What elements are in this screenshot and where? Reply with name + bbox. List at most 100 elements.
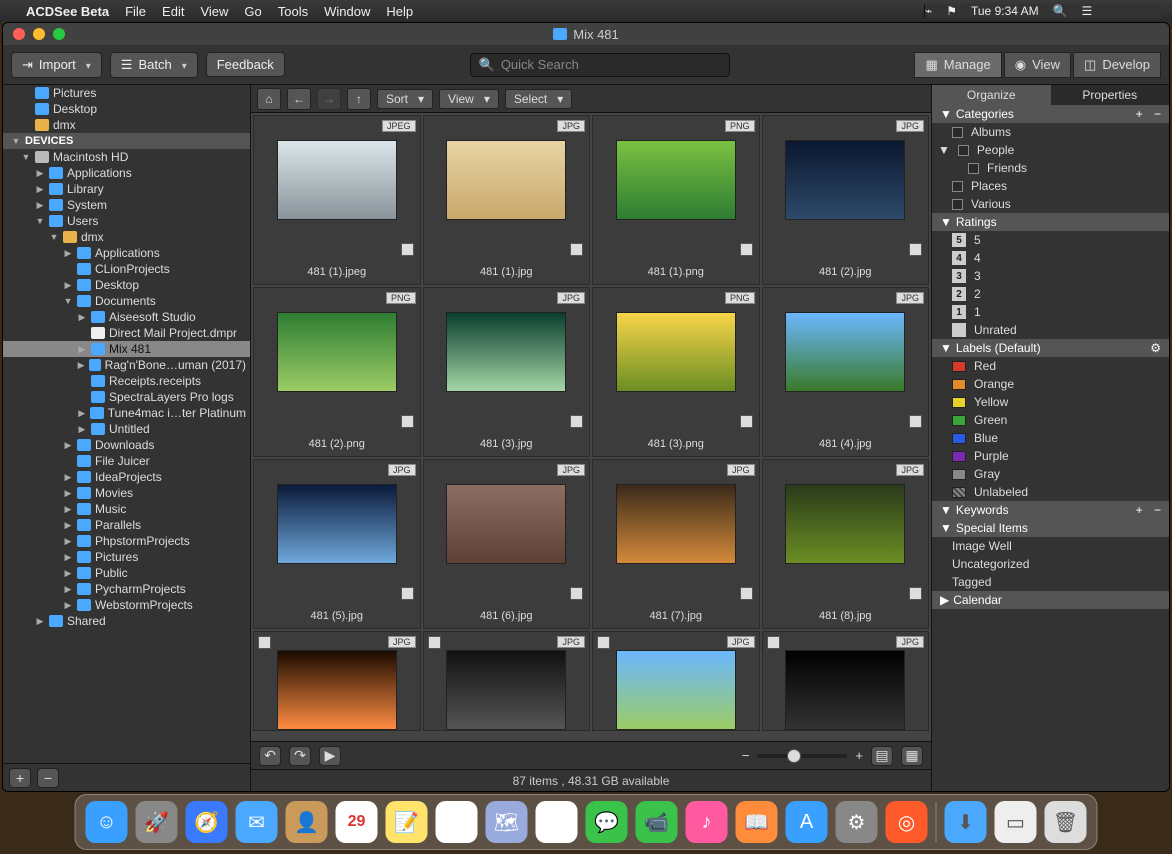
disclosure-icon[interactable]: ▶ — [35, 168, 45, 179]
menu-view[interactable]: View — [200, 4, 228, 19]
app-name[interactable]: ACDSee Beta — [26, 4, 109, 19]
dock-appstore[interactable]: A — [786, 801, 828, 843]
disclosure-icon[interactable]: ▶ — [63, 536, 73, 547]
dock-maps[interactable]: 🗺 — [486, 801, 528, 843]
folder-tree[interactable]: PicturesDesktopdmx▼DEVICES▼Macintosh HD▶… — [3, 85, 250, 763]
add-icon[interactable]: + — [1136, 503, 1143, 517]
select-checkbox[interactable] — [570, 587, 583, 600]
disclosure-icon[interactable]: ▶ — [63, 568, 73, 579]
tree-row[interactable]: dmx — [3, 117, 250, 133]
disclosure-icon[interactable]: ▶ — [63, 440, 73, 451]
select-checkbox[interactable] — [909, 243, 922, 256]
panel-row[interactable]: Gray — [932, 465, 1169, 483]
menubar-extra-icon[interactable]: ⌁ — [925, 4, 932, 18]
dock-messages[interactable]: 💬 — [586, 801, 628, 843]
disclosure-icon[interactable]: ▶ — [77, 408, 86, 419]
notifications-icon[interactable]: ☰ — [1082, 4, 1093, 18]
tree-row[interactable]: ▶Shared — [3, 613, 250, 629]
zoom-slider[interactable] — [757, 754, 847, 758]
dock-finder[interactable]: ☺ — [86, 801, 128, 843]
disclosure-icon[interactable]: ▶ — [63, 584, 73, 595]
dock-doc[interactable]: ▭ — [995, 801, 1037, 843]
disclosure-icon[interactable]: ▶ — [63, 520, 73, 531]
thumbnail-cell[interactable]: JPEG 481 (1).jpeg — [253, 115, 421, 285]
mode-manage[interactable]: ▦Manage — [914, 52, 1001, 78]
panel-row[interactable]: 44 — [932, 249, 1169, 267]
menu-file[interactable]: File — [125, 4, 146, 19]
mode-develop[interactable]: ◫Develop — [1073, 52, 1161, 78]
thumbnail-cell[interactable]: JPG — [423, 631, 591, 731]
tree-row[interactable]: ▶Aiseesoft Studio — [3, 309, 250, 325]
tree-row[interactable]: ▶Tune4mac i…ter Platinum — [3, 405, 250, 421]
spotlight-icon[interactable]: 🔍 — [1053, 4, 1068, 18]
tree-row[interactable]: ▶Untitled — [3, 421, 250, 437]
select-checkbox[interactable] — [740, 415, 753, 428]
gear-icon[interactable]: ⚙ — [1150, 341, 1161, 355]
view-dropdown[interactable]: View▾ — [439, 89, 499, 109]
disclosure-icon[interactable]: ▼ — [63, 296, 73, 306]
tree-row[interactable]: SpectraLayers Pro logs — [3, 389, 250, 405]
mode-view[interactable]: ◉View — [1004, 52, 1071, 78]
thumbnail-cell[interactable]: JPG 481 (6).jpg — [423, 459, 591, 629]
disclosure-icon[interactable]: ▶ — [63, 504, 73, 515]
select-checkbox[interactable] — [740, 243, 753, 256]
tree-row[interactable]: ▶Rag'n'Bone…uman (2017) — [3, 357, 250, 373]
thumbnail-cell[interactable]: JPG — [762, 631, 930, 731]
select-checkbox[interactable] — [767, 636, 780, 649]
select-checkbox[interactable] — [740, 587, 753, 600]
thumbnail-cell[interactable]: JPG 481 (8).jpg — [762, 459, 930, 629]
zoom-out-icon[interactable]: − — [742, 748, 750, 763]
disclosure-icon[interactable]: ▼ — [49, 232, 59, 242]
tree-row[interactable]: ▼dmx — [3, 229, 250, 245]
tree-row[interactable]: ▶WebstormProjects — [3, 597, 250, 613]
dock-launchpad[interactable]: 🚀 — [136, 801, 178, 843]
select-checkbox[interactable] — [597, 636, 610, 649]
dock-downloads[interactable]: ⬇ — [945, 801, 987, 843]
quick-search[interactable]: 🔍 Quick Search — [470, 53, 730, 77]
rotate-left-button[interactable]: ↶ — [259, 746, 281, 766]
panel-row[interactable]: Green — [932, 411, 1169, 429]
thumbnail-cell[interactable]: JPG 481 (3).jpg — [423, 287, 591, 457]
tree-row[interactable]: ▶Mix 481 — [3, 341, 250, 357]
panel-row[interactable]: Albums — [932, 123, 1169, 141]
select-checkbox[interactable] — [909, 587, 922, 600]
panel-row[interactable]: Yellow — [932, 393, 1169, 411]
menubar-extra-icon-2[interactable]: ⚑ — [946, 4, 957, 18]
view-filmstrip-button[interactable]: ▤ — [871, 746, 893, 766]
panel-row[interactable]: Uncategorized — [932, 555, 1169, 573]
tree-row[interactable]: Direct Mail Project.dmpr — [3, 325, 250, 341]
panel-row[interactable]: ▼People — [932, 141, 1169, 159]
tree-row[interactable]: ▶Parallels — [3, 517, 250, 533]
select-checkbox[interactable] — [401, 415, 414, 428]
remove-icon[interactable]: − — [1154, 503, 1161, 517]
tree-row[interactable]: ▶IdeaProjects — [3, 469, 250, 485]
panel-row[interactable]: 22 — [932, 285, 1169, 303]
dock-mail[interactable]: ✉ — [236, 801, 278, 843]
tree-row[interactable]: Desktop — [3, 101, 250, 117]
tree-row[interactable]: File Juicer — [3, 453, 250, 469]
panel-row[interactable]: Image Well — [932, 537, 1169, 555]
add-button[interactable]: + — [9, 768, 31, 788]
tree-row[interactable]: ▶Desktop — [3, 277, 250, 293]
disclosure-icon[interactable]: ▶ — [77, 360, 85, 371]
dock-settings[interactable]: ⚙ — [836, 801, 878, 843]
thumbnail-grid[interactable]: JPEG 481 (1).jpegJPG 481 (1).jpgPNG 481 … — [251, 113, 931, 741]
tree-row[interactable]: ▶PhpstormProjects — [3, 533, 250, 549]
panel-row[interactable]: Tagged — [932, 573, 1169, 591]
checkbox[interactable] — [958, 145, 969, 156]
home-button[interactable]: ⌂ — [257, 88, 281, 110]
tab-organize[interactable]: Organize — [932, 85, 1051, 105]
menu-tools[interactable]: Tools — [278, 4, 308, 19]
rotate-right-button[interactable]: ↷ — [289, 746, 311, 766]
disclosure-icon[interactable]: ▶ — [63, 488, 73, 499]
checkbox[interactable] — [952, 199, 963, 210]
remove-button[interactable]: − — [37, 768, 59, 788]
dock-photos[interactable]: ✿ — [536, 801, 578, 843]
dock-calendar[interactable]: 29 — [336, 801, 378, 843]
select-checkbox[interactable] — [909, 415, 922, 428]
disclosure-icon[interactable]: ▶ — [63, 552, 73, 563]
tree-row[interactable]: ▶Applications — [3, 165, 250, 181]
select-checkbox[interactable] — [570, 415, 583, 428]
disclosure-icon[interactable]: ▶ — [63, 280, 73, 291]
disclosure-icon[interactable]: ▶ — [63, 472, 73, 483]
